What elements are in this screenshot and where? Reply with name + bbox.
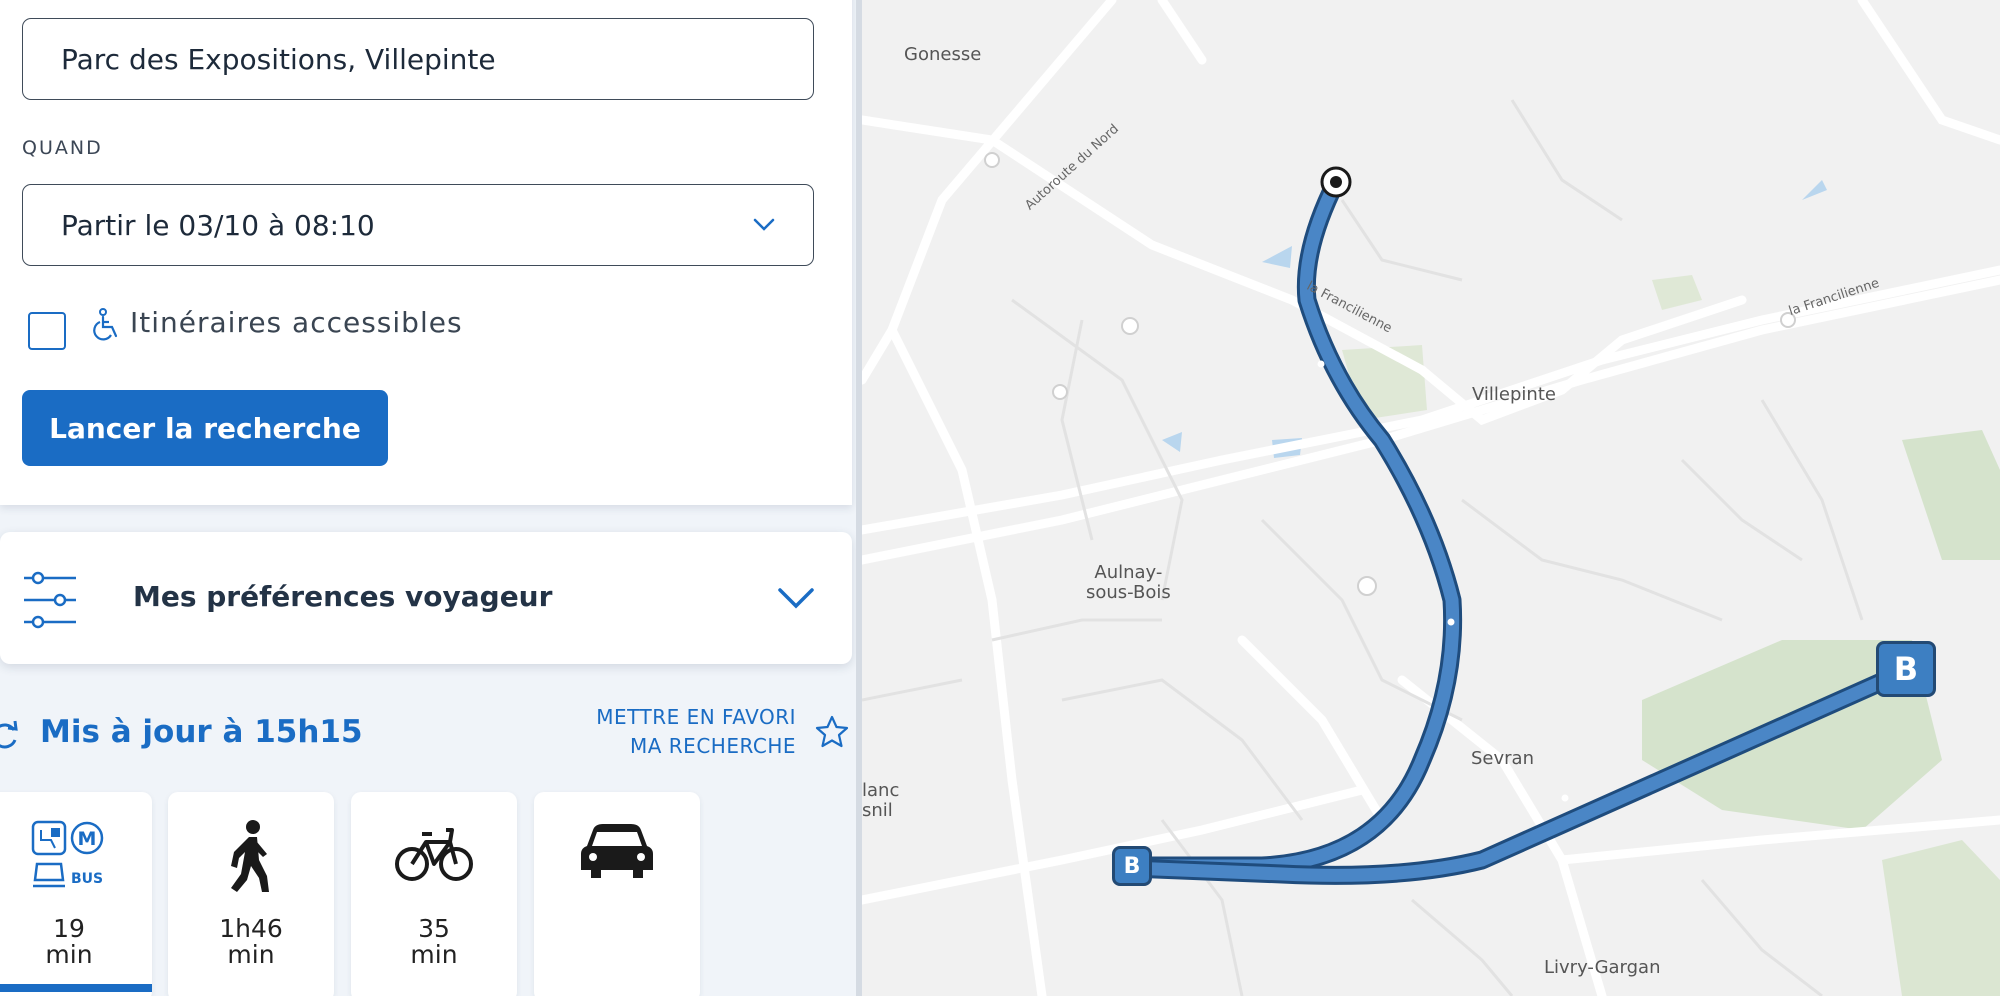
- preferences-accordion[interactable]: Mes préférences voyageur: [0, 532, 852, 664]
- place-aulnay-line-1: Aulnay-: [1094, 562, 1163, 583]
- destination-marker-b[interactable]: B: [1876, 641, 1936, 697]
- star-icon[interactable]: [814, 714, 850, 750]
- mode-duration-unit: min: [410, 940, 458, 969]
- map-view[interactable]: Gonesse Villepinte Aulnay- sous-Bois Sev…: [862, 0, 2000, 996]
- car-icon: [534, 820, 700, 890]
- pedestrian-icon: [168, 820, 334, 892]
- chevron-down-icon: [778, 588, 814, 609]
- mode-duration: 19: [53, 914, 85, 943]
- accessible-label: Itinéraires accessibles: [130, 306, 463, 339]
- place-blanc-line-2: snil: [862, 800, 893, 821]
- search-button[interactable]: Lancer la recherche: [22, 390, 388, 466]
- destination-value: Parc des Expositions, Villepinte: [61, 42, 496, 76]
- favorite-search-link[interactable]: METTRE EN FAVORI MA RECHERCHE: [560, 703, 796, 761]
- stop-marker-b[interactable]: B: [1112, 846, 1152, 886]
- mode-duration: 35: [418, 914, 450, 943]
- when-label: QUAND: [22, 137, 103, 159]
- mode-tab-transit[interactable]: M BUS 19 min: [0, 792, 152, 996]
- mode-tab-car[interactable]: [534, 792, 700, 996]
- place-villepinte: Villepinte: [1472, 384, 1556, 405]
- search-form-card: Parc des Expositions, Villepinte QUAND P…: [0, 0, 852, 505]
- accessible-checkbox[interactable]: [28, 312, 66, 350]
- bus-badge: BUS: [71, 871, 103, 887]
- place-gonesse: Gonesse: [904, 44, 982, 65]
- metro-badge: M: [78, 828, 97, 850]
- place-blanc-mesnil: lanc snil: [862, 781, 899, 821]
- place-blanc-line-1: lanc: [862, 780, 900, 801]
- place-livry-gargan: Livry-Gargan: [1544, 957, 1661, 978]
- refresh-icon: [0, 720, 18, 749]
- when-value: Partir le 03/10 à 08:10: [61, 208, 375, 242]
- selected-indicator: [0, 984, 152, 992]
- destination-input[interactable]: Parc des Expositions, Villepinte: [22, 18, 814, 100]
- mode-duration: 1h46: [219, 914, 283, 943]
- preferences-label: Mes préférences voyageur: [133, 580, 553, 613]
- favorite-line-2: MA RECHERCHE: [629, 734, 796, 758]
- updated-time-label: Mis à jour à 15h15: [40, 714, 363, 750]
- sliders-icon: [24, 571, 76, 629]
- map-canvas: [862, 0, 2000, 996]
- when-select[interactable]: Partir le 03/10 à 08:10: [22, 184, 814, 266]
- mode-tab-walk[interactable]: 1h46 min: [168, 792, 334, 996]
- place-sevran: Sevran: [1471, 748, 1534, 769]
- mode-tab-bike[interactable]: 35 min: [351, 792, 517, 996]
- bicycle-icon: [351, 820, 517, 890]
- wheelchair-icon: [93, 308, 118, 341]
- mode-duration-unit: min: [227, 940, 275, 969]
- transit-modes-icon: M BUS: [0, 820, 152, 890]
- mode-duration-unit: min: [45, 940, 93, 969]
- place-aulnay: Aulnay- sous-Bois: [1086, 563, 1171, 603]
- chevron-down-icon: [753, 218, 775, 231]
- search-panel: Parc des Expositions, Villepinte QUAND P…: [0, 0, 856, 996]
- favorite-line-1: METTRE EN FAVORI: [596, 705, 796, 729]
- place-aulnay-line-2: sous-Bois: [1086, 582, 1171, 603]
